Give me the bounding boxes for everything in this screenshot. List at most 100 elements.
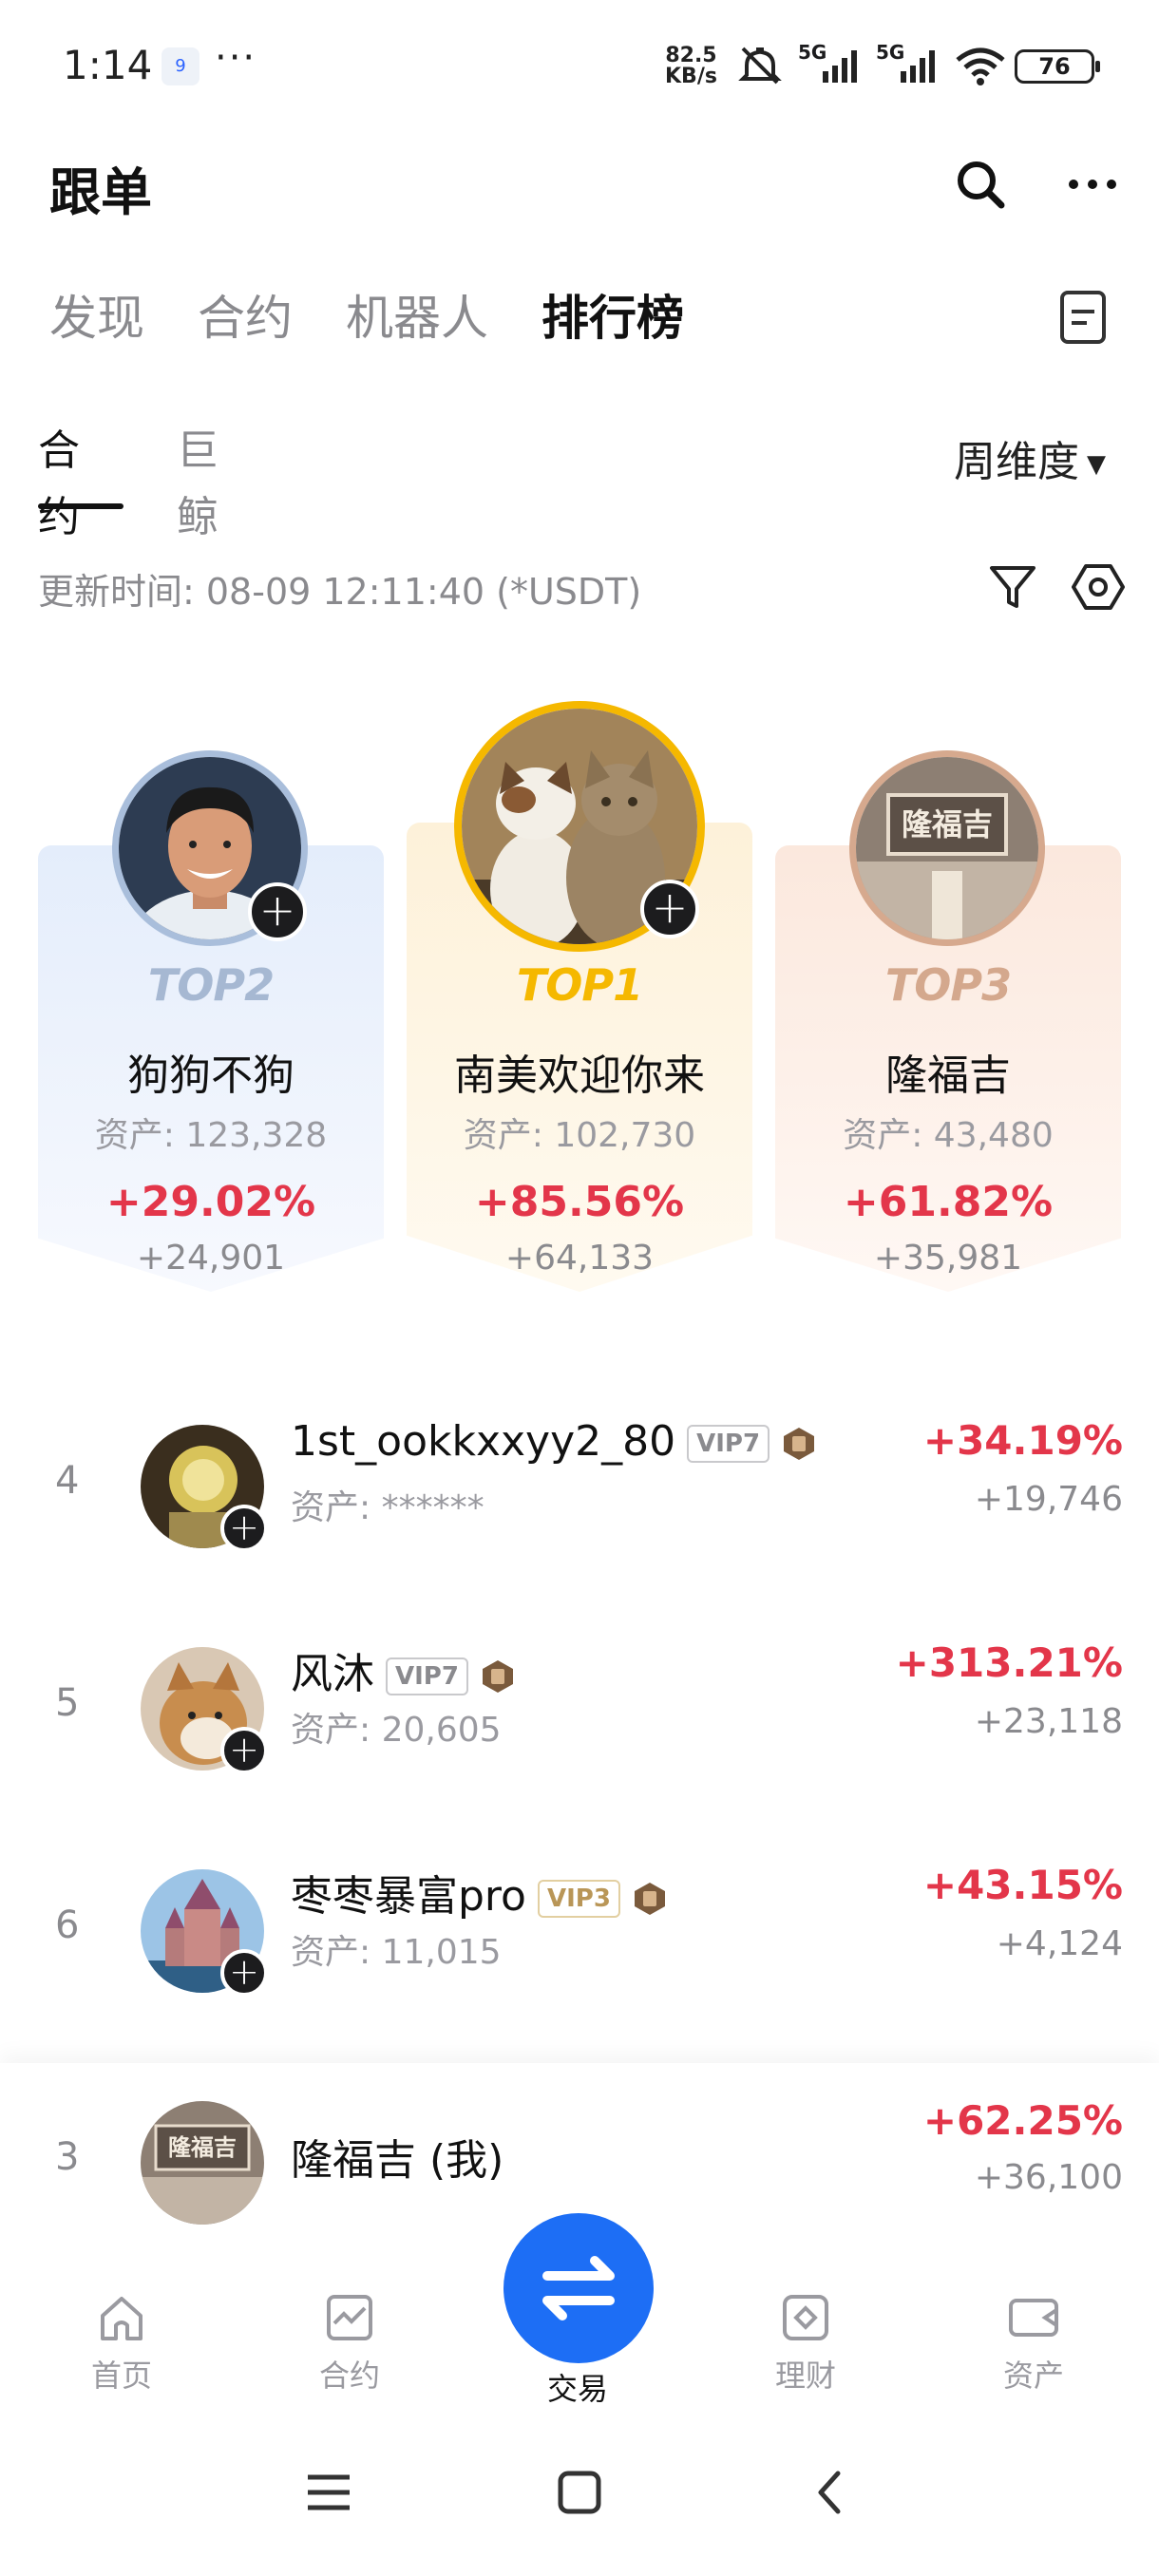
- trader-return-abs: +36,100: [974, 2158, 1123, 2197]
- follow-plus-icon[interactable]: +: [220, 1949, 268, 1997]
- page-title: 跟单: [49, 162, 152, 222]
- status-time: 1:14: [63, 42, 153, 88]
- chart-icon: [327, 2295, 372, 2340]
- wifi-icon: [956, 47, 1005, 85]
- trader-name: 狗狗不狗: [127, 1051, 294, 1100]
- follow-plus-icon[interactable]: +: [248, 882, 307, 941]
- trader-name-line: 风沐 VIP7: [291, 1639, 516, 1700]
- caret-down-icon: ▼: [1087, 450, 1106, 479]
- follow-plus-icon[interactable]: +: [220, 1505, 268, 1552]
- menu-icon[interactable]: [302, 2466, 355, 2519]
- home-icon: [101, 2297, 142, 2340]
- avatar-top2[interactable]: +: [112, 750, 308, 946]
- trader-assets: 资产: ******: [291, 1488, 484, 1527]
- more-notifications-icon: ···: [215, 36, 257, 80]
- trader-return-pct: +34.19%: [922, 1417, 1123, 1464]
- avatar-top3[interactable]: 隆福吉: [849, 750, 1045, 946]
- trader-return-pct: +85.56%: [474, 1178, 685, 1226]
- follow-plus-icon[interactable]: +: [640, 880, 699, 938]
- network-speed: 82.5 KB/s: [665, 44, 717, 88]
- vip-badge: VIP3: [537, 1880, 620, 1918]
- settings-icon[interactable]: [1070, 559, 1127, 616]
- trader-return-pct: +61.82%: [843, 1178, 1054, 1226]
- system-nav-bar: [0, 2432, 1159, 2576]
- main-tabs: 发现 合约 机器人 排行榜: [49, 285, 684, 351]
- trader-name-line: 枣枣暴富pro VIP3: [291, 1862, 668, 1923]
- trader-return-pct: +313.21%: [895, 1639, 1123, 1686]
- subtab-whale[interactable]: 巨鲸: [177, 418, 218, 551]
- status-icons: 5G 5G: [737, 41, 1007, 89]
- trader-assets: 资产: 102,730: [463, 1116, 696, 1155]
- trader-assets: 资产: 43,480: [843, 1116, 1054, 1155]
- trade-button[interactable]: [504, 2213, 654, 2363]
- trader-return-pct: +43.15%: [922, 1862, 1123, 1908]
- nav-contract-label: 合约: [318, 2358, 380, 2394]
- nav-home[interactable]: 首页: [46, 2289, 198, 2396]
- trader-name: 枣枣暴富pro: [291, 1872, 526, 1921]
- wallet-icon: [1009, 2299, 1058, 2337]
- trader-name: 隆福吉 (我): [291, 2136, 504, 2185]
- more-icon[interactable]: [1062, 154, 1123, 215]
- nav-finance-label: 理财: [774, 2358, 836, 2394]
- avatar-top1[interactable]: +: [454, 701, 705, 952]
- trader-assets: 资产: 123,328: [94, 1116, 328, 1155]
- period-selector[interactable]: 周维度 ▼: [954, 427, 1106, 488]
- filter-icon[interactable]: [984, 559, 1041, 616]
- signal-5g-icon-2: 5G: [876, 41, 939, 86]
- mute-icon: [738, 47, 782, 85]
- row-rank: 3: [55, 2135, 80, 2179]
- vip-badge: VIP7: [386, 1657, 468, 1695]
- trader-return-pct: +29.02%: [105, 1178, 316, 1226]
- trader-return-abs: +19,746: [974, 1480, 1123, 1519]
- subtab-contract[interactable]: 合约: [38, 418, 80, 551]
- document-icon[interactable]: [1054, 287, 1112, 348]
- nav-finance[interactable]: 理财: [730, 2289, 882, 2396]
- trader-return-abs: +23,118: [974, 1702, 1123, 1741]
- period-label: 周维度: [954, 438, 1079, 486]
- trader-name: 1st_ookkxxyy2_80: [291, 1417, 676, 1466]
- trader-return-abs: +64,133: [504, 1239, 655, 1278]
- tab-robot[interactable]: 机器人: [346, 285, 488, 351]
- row-rank: 4: [55, 1459, 80, 1503]
- tab-contract[interactable]: 合约: [198, 285, 293, 351]
- update-time: 更新时间: 08-09 12:11:40 (*USDT): [38, 571, 642, 613]
- top3-avatar-logo: 隆福吉: [901, 806, 993, 843]
- trader-assets: 资产: 11,015: [291, 1933, 502, 1972]
- medal-icon: [634, 1883, 665, 1915]
- my-avatar-logo: 隆福吉: [168, 2134, 237, 2161]
- avatar[interactable]: 隆福吉: [141, 2101, 264, 2225]
- trader-return-abs: +24,901: [136, 1239, 286, 1278]
- row-rank: 6: [55, 1904, 80, 1947]
- nav-contract[interactable]: 合约: [274, 2289, 426, 2396]
- follow-plus-icon[interactable]: +: [220, 1727, 268, 1774]
- home-square-icon[interactable]: [553, 2466, 606, 2519]
- signal-5g-icon-1: 5G: [798, 41, 861, 86]
- back-icon[interactable]: [804, 2466, 857, 2519]
- rank-label-top3: TOP3: [884, 959, 1012, 1011]
- finance-icon: [783, 2295, 828, 2340]
- status-bar: 1:14 9 ··· 82.5 KB/s 5G 5G 76: [0, 0, 1159, 133]
- nav-assets[interactable]: 资产: [958, 2289, 1110, 2396]
- medal-icon: [482, 1660, 513, 1693]
- leaderboard-row[interactable]: 5 + 风沐 VIP7 资产: 20,605 +313.21% +23,118: [0, 1624, 1159, 1795]
- nav-trade-label: 交易: [546, 2371, 608, 2407]
- medal-icon: [784, 1428, 815, 1460]
- rank-label-top1: TOP1: [516, 959, 643, 1011]
- trader-name: 风沐: [291, 1650, 374, 1698]
- trader-name: 南美欢迎你来: [454, 1051, 705, 1100]
- trader-name: 隆福吉: [885, 1051, 1011, 1100]
- search-icon[interactable]: [950, 154, 1011, 215]
- rank-label-top2: TOP2: [147, 959, 275, 1011]
- nav-home-label: 首页: [90, 2358, 152, 2394]
- trader-return-abs: +35,981: [873, 1239, 1023, 1278]
- trader-return-pct: +62.25%: [922, 2097, 1123, 2144]
- tab-leaderboard[interactable]: 排行榜: [542, 285, 684, 351]
- row-rank: 5: [55, 1681, 80, 1725]
- battery-icon: 76: [1015, 49, 1100, 84]
- leaderboard-row[interactable]: 4 + 1st_ookkxxyy2_80 VIP7 资产: ****** +34.…: [0, 1402, 1159, 1573]
- leaderboard-row[interactable]: 6 + 枣枣暴富pro VIP3 资产: 11,015 +43.15% +4,12…: [0, 1847, 1159, 2017]
- trader-return-abs: +4,124: [996, 1924, 1123, 1963]
- tab-discover[interactable]: 发现: [49, 285, 144, 351]
- subtab-underline: [38, 503, 124, 509]
- nav-assets-label: 资产: [1002, 2358, 1064, 2394]
